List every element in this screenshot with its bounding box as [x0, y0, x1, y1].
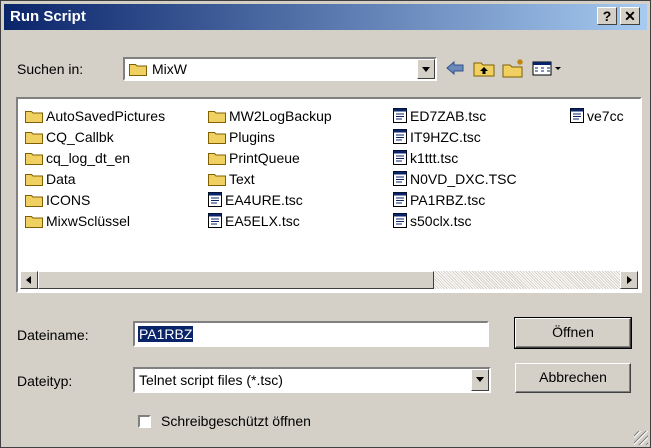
cancel-button[interactable]: Abbrechen — [515, 363, 631, 393]
folder-icon — [129, 64, 147, 76]
folder-icon — [208, 131, 226, 144]
title-bar[interactable]: Run Script ? ✕ — [4, 4, 647, 30]
folder-item[interactable]: CQ_Callbk — [25, 126, 165, 147]
file-list[interactable]: AutoSavedPictures CQ_Callbk cq_log_dt_en… — [16, 97, 642, 293]
folder-icon — [25, 152, 43, 165]
folder-item[interactable]: cq_log_dt_en — [25, 147, 165, 168]
folder-icon — [208, 173, 226, 186]
script-file-item[interactable]: N0VD_DXC.TSC — [393, 168, 517, 189]
folder-item[interactable]: PrintQueue — [208, 147, 332, 168]
script-file-item[interactable]: IT9HZC.tsc — [393, 126, 517, 147]
script-file-item[interactable]: EA4URE.tsc — [208, 189, 332, 210]
folder-icon — [25, 194, 43, 207]
script-file-item[interactable]: ve7cc — [570, 105, 640, 126]
view-menu-icon[interactable] — [531, 57, 565, 79]
script-file-icon — [393, 213, 407, 228]
filetype-dropdown-button[interactable] — [471, 369, 489, 391]
script-file-item[interactable]: k1ttt.tsc — [393, 147, 517, 168]
filetype-value: Telnet script files (*.tsc) — [139, 372, 283, 388]
help-button[interactable]: ? — [597, 7, 617, 25]
back-arrow-icon[interactable] — [443, 57, 467, 79]
folder-item[interactable]: ICONS — [25, 189, 165, 210]
open-button[interactable]: Öffnen — [514, 317, 632, 349]
script-file-item[interactable]: s50clx.tsc — [393, 210, 517, 231]
script-file-item[interactable]: EA5ELX.tsc — [208, 210, 332, 231]
folder-icon — [208, 152, 226, 165]
scroll-right-button[interactable] — [620, 271, 638, 289]
folder-icon — [25, 110, 43, 123]
script-file-icon — [570, 108, 584, 123]
script-file-icon — [208, 192, 222, 207]
script-file-icon — [393, 150, 407, 165]
file-column-1: AutoSavedPictures CQ_Callbk cq_log_dt_en… — [25, 105, 165, 231]
folder-icon — [208, 110, 226, 123]
script-file-icon — [393, 108, 407, 123]
close-button[interactable]: ✕ — [620, 7, 640, 25]
folder-icon — [25, 215, 43, 228]
file-column-4: ve7cc — [570, 105, 640, 126]
run-script-dialog: Run Script ? ✕ Suchen in: MixW AutoSaved… — [0, 0, 651, 448]
script-file-item[interactable]: PA1RBZ.tsc — [393, 189, 517, 210]
file-column-3: ED7ZAB.tsc IT9HZC.tsc k1ttt.tsc N0VD_DXC… — [393, 105, 517, 231]
folder-item[interactable]: Data — [25, 168, 165, 189]
folder-item[interactable]: Plugins — [208, 126, 332, 147]
resize-grip[interactable] — [634, 431, 648, 445]
scrollbar-track[interactable] — [434, 271, 620, 289]
script-file-icon — [208, 213, 222, 228]
folder-item[interactable]: MW2LogBackup — [208, 105, 332, 126]
look-in-dropdown[interactable]: MixW — [123, 57, 437, 81]
look-in-label: Suchen in: — [17, 61, 84, 77]
folder-item[interactable]: AutoSavedPictures — [25, 105, 165, 126]
folder-icon — [25, 131, 43, 144]
folder-item[interactable]: MixwSclüssel — [25, 210, 165, 231]
folder-item[interactable]: Text — [208, 168, 332, 189]
new-folder-icon[interactable] — [501, 57, 527, 79]
filename-label: Dateiname: — [17, 327, 89, 343]
script-file-icon — [393, 129, 407, 144]
folder-icon — [25, 173, 43, 186]
script-file-icon — [393, 171, 407, 186]
up-folder-icon[interactable] — [471, 57, 497, 79]
scroll-left-button[interactable] — [20, 271, 38, 289]
file-column-2: MW2LogBackup Plugins PrintQueue Text EA4… — [208, 105, 332, 231]
filename-input[interactable]: PA1RBZ — [133, 321, 489, 347]
horizontal-scrollbar[interactable] — [20, 271, 638, 289]
look-in-dropdown-button[interactable] — [417, 59, 435, 79]
look-in-value: MixW — [152, 61, 187, 77]
readonly-label: Schreibgeschützt öffnen — [161, 413, 311, 429]
script-file-item[interactable]: ED7ZAB.tsc — [393, 105, 517, 126]
window-title: Run Script — [10, 8, 86, 25]
filetype-label: Dateityp: — [17, 373, 73, 389]
readonly-checkbox[interactable] — [138, 415, 151, 428]
scrollbar-thumb[interactable] — [38, 271, 434, 289]
script-file-icon — [393, 192, 407, 207]
filename-value: PA1RBZ — [138, 326, 194, 342]
filetype-dropdown[interactable]: Telnet script files (*.tsc) — [133, 367, 491, 393]
